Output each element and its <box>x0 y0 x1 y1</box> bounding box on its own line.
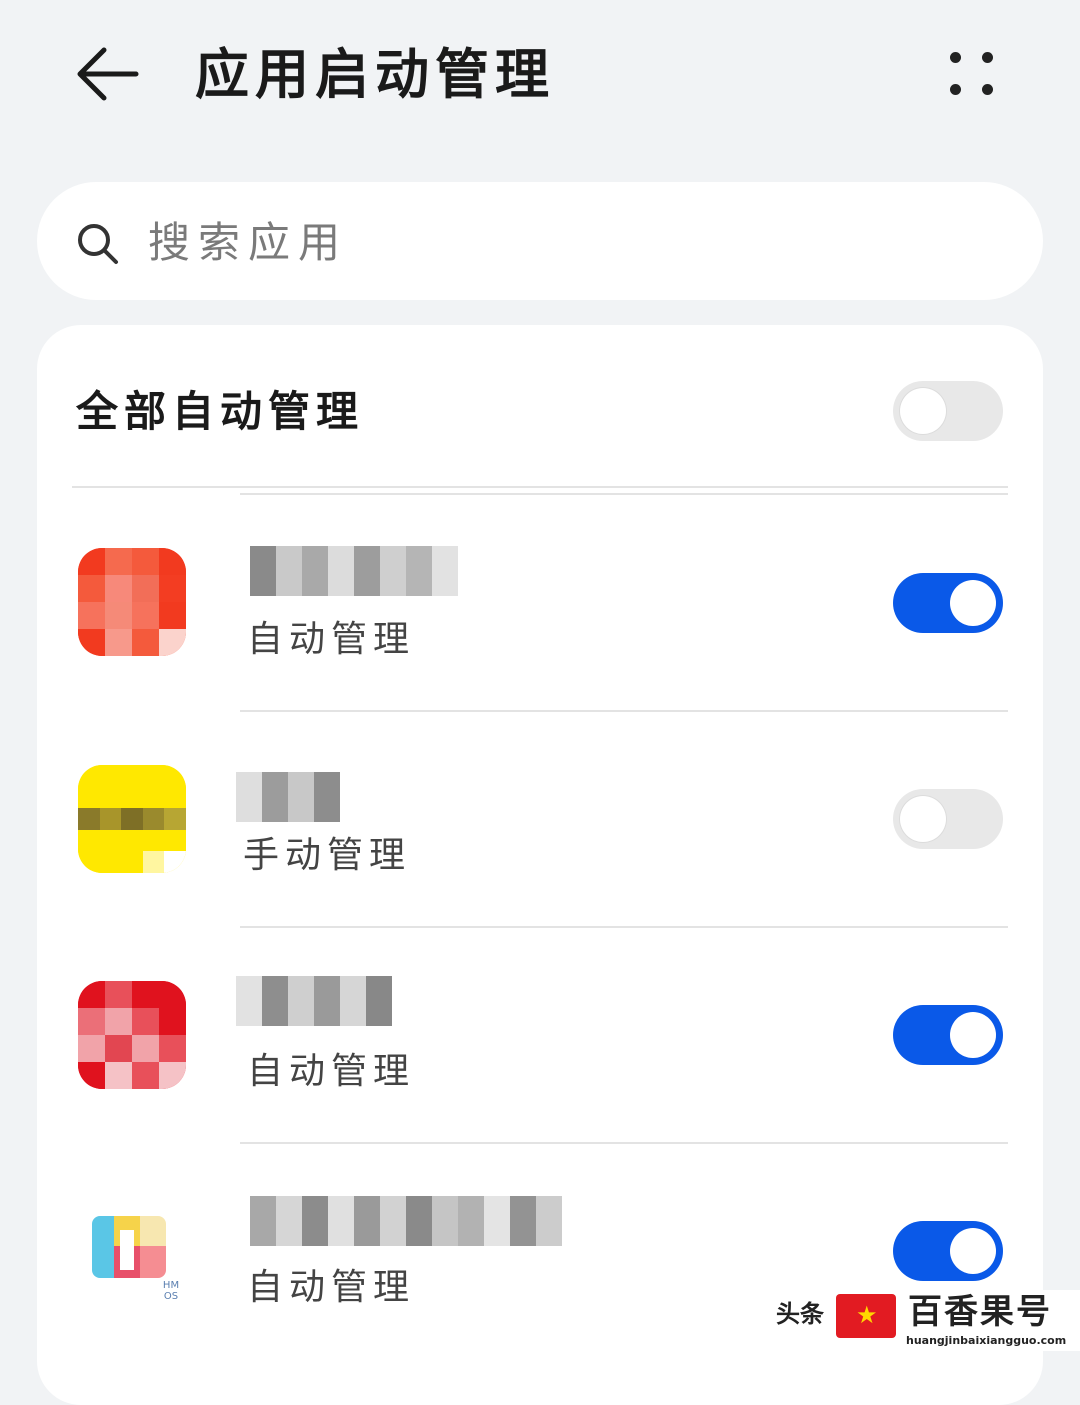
toggle-knob <box>950 1012 996 1058</box>
watermark-logo-icon: ★ <box>836 1294 896 1338</box>
app-icon <box>78 765 186 873</box>
app-icon <box>78 548 186 656</box>
toggle-knob <box>900 388 946 434</box>
app-name-redacted <box>236 772 340 822</box>
app-name-redacted <box>250 1196 562 1246</box>
watermark-url: huangjinbaixiangguo.com <box>906 1334 1067 1347</box>
app-status: 自动管理 <box>247 1267 416 1308</box>
divider <box>240 1142 1008 1144</box>
divider <box>72 486 1008 488</box>
watermark-platform: 头条 <box>776 1300 824 1328</box>
search-icon <box>78 224 118 264</box>
toggle-knob <box>950 1228 996 1274</box>
app-toggle[interactable] <box>893 1005 1003 1065</box>
app-status: 手动管理 <box>243 835 412 876</box>
search-placeholder: 搜索应用 <box>148 218 349 267</box>
top-bar: 应用启动管理 <box>0 0 1080 150</box>
toggle-knob <box>900 796 946 842</box>
watermark-brand: 百香果号 <box>908 1292 1052 1332</box>
watermark: 头条 ★ 百香果号 huangjinbaixiangguo.com <box>770 1290 1080 1351</box>
divider <box>240 926 1008 928</box>
app-toggle[interactable] <box>893 573 1003 633</box>
arrow-left-icon <box>77 47 139 101</box>
app-toggle[interactable] <box>893 789 1003 849</box>
all-auto-manage-label: 全部自动管理 <box>76 387 365 436</box>
divider <box>240 710 1008 712</box>
all-auto-manage-toggle[interactable] <box>893 381 1003 441</box>
app-icon <box>92 1216 166 1278</box>
divider <box>240 493 1008 495</box>
app-toggle[interactable] <box>893 1221 1003 1281</box>
page-title: 应用启动管理 <box>195 43 555 106</box>
app-status: 自动管理 <box>247 619 416 660</box>
app-name-redacted <box>250 546 458 596</box>
app-status: 自动管理 <box>247 1051 416 1092</box>
app-icon-caption: HM OS <box>162 1280 180 1302</box>
app-name-redacted <box>236 976 392 1026</box>
toggle-knob <box>950 580 996 626</box>
back-button[interactable] <box>70 40 142 108</box>
more-options-button[interactable] <box>940 46 1004 102</box>
app-icon <box>78 981 186 1089</box>
